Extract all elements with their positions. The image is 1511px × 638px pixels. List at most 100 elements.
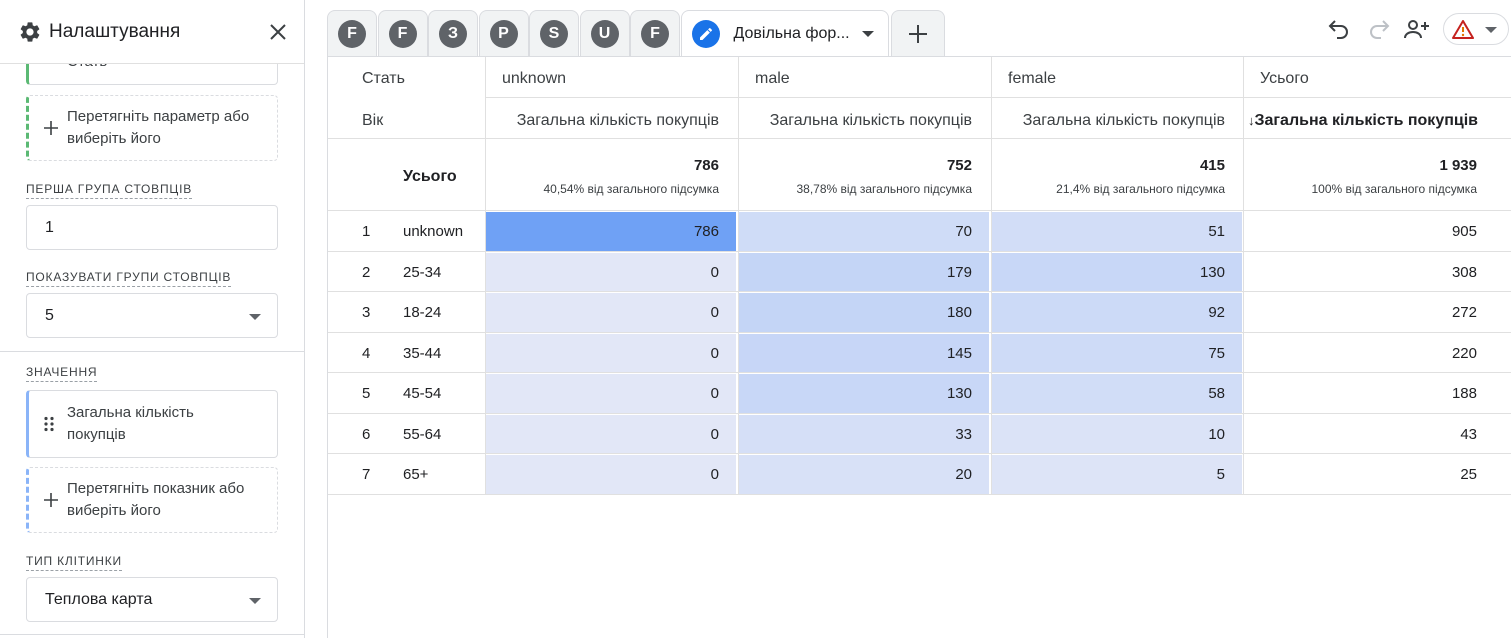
tab-chip-4[interactable]: P [478, 10, 529, 56]
row-index: 1 [362, 223, 371, 240]
drop-metric-text: Перетягніть показник або виберіть його [67, 480, 245, 519]
metric-header-sorted-label: Загальна кількість покупців [1254, 112, 1478, 129]
pencil-icon [691, 20, 720, 48]
row-divider [485, 97, 1511, 98]
share-user-icon[interactable] [1403, 17, 1431, 41]
panel-divider [0, 351, 304, 352]
row-label[interactable]: 25-34 [403, 263, 441, 283]
row-index: 3 [362, 304, 371, 321]
metric-header[interactable]: Загальна кількість покупців [487, 111, 719, 131]
row-divider [328, 138, 1511, 139]
row-divider [328, 291, 1511, 292]
total-value: 415 [1199, 157, 1225, 174]
first-col-group-input[interactable]: 1 [26, 205, 278, 250]
total-percent: 40,54% від загального підсумка [543, 182, 719, 196]
drop-metric-card[interactable]: Перетягніть показник або виберіть його [26, 467, 278, 533]
table-cell-value: 0 [710, 425, 719, 443]
table-cell-value: 10 [1208, 425, 1225, 443]
total-percent: 100% від загального підсумка [1311, 182, 1477, 196]
cell-type-value: Теплова карта [45, 591, 153, 608]
metric-card-label: Загальна кількість покупців [67, 404, 194, 443]
column-header-male[interactable]: male [755, 69, 790, 89]
drop-dimension-card[interactable]: Перетягніть параметр або виберіть його [26, 95, 278, 161]
column-header-unknown[interactable]: unknown [502, 69, 566, 89]
total-percent: 21,4% від загального підсумка [1056, 182, 1225, 196]
row-index: 2 [362, 263, 371, 281]
row-label[interactable]: 55-64 [403, 425, 441, 445]
gear-icon [20, 22, 40, 42]
tab-chip-6[interactable]: U [579, 10, 630, 56]
table-cell-value: 51 [1208, 223, 1225, 240]
column-header-female[interactable]: female [1008, 69, 1056, 89]
row-total-value: 188 [1451, 385, 1477, 402]
drag-handle-icon[interactable] [43, 416, 55, 432]
add-tab-button[interactable] [890, 10, 945, 56]
metric-header[interactable]: Загальна кількість покупців [740, 111, 972, 131]
pivot-table: Стать Вік unknown male female Усього Заг… [327, 56, 1511, 638]
plus-icon [908, 24, 927, 43]
metric-card[interactable]: Загальна кількість покупців [26, 390, 278, 458]
row-total-value: 43 [1460, 425, 1477, 443]
row-index: 5 [362, 385, 371, 402]
redo-icon[interactable] [1367, 17, 1391, 41]
drop-dimension-text: Перетягніть параметр або виберіть його [67, 108, 250, 147]
undo-icon[interactable] [1327, 17, 1351, 41]
column-header-total[interactable]: Усього [1260, 69, 1309, 89]
column-divider [485, 57, 486, 494]
tab-chip-7[interactable]: F [630, 10, 680, 56]
table-cell-value: 0 [710, 385, 719, 402]
table-cell-value: 180 [946, 304, 972, 321]
cell-type-label: ТИП КЛІТИНКИ [26, 554, 122, 571]
row-dim-header[interactable]: Стать [362, 69, 405, 89]
tab-chip-letter: З [439, 19, 467, 48]
table-cell-value: 33 [955, 425, 972, 443]
tab-chip-2[interactable]: F [377, 10, 428, 56]
metric-header-sorted[interactable]: ↓Загальна кількість покупців [1246, 111, 1478, 131]
cell-type-select[interactable]: Теплова карта [26, 577, 278, 622]
tab-chip-3[interactable]: З [428, 10, 478, 56]
tab-active[interactable]: Довільна фор... [680, 10, 889, 56]
plus-icon [44, 121, 58, 135]
tab-chip-1[interactable]: F [327, 10, 377, 56]
show-col-groups-select[interactable]: 5 [26, 293, 278, 338]
close-panel-icon[interactable] [266, 20, 290, 44]
plus-icon [44, 493, 58, 507]
table-cell-value: 92 [1208, 304, 1225, 321]
table-cell-value: 70 [955, 223, 972, 240]
row-label[interactable]: 35-44 [403, 344, 441, 364]
table-cell-value: 130 [1199, 263, 1225, 281]
row-divider [328, 250, 1511, 252]
show-col-groups-value: 5 [45, 307, 54, 324]
row-label[interactable]: 18-24 [403, 303, 441, 323]
row-label[interactable]: unknown [403, 222, 463, 242]
tab-chip-letter: F [338, 19, 366, 48]
warning-button[interactable] [1443, 13, 1509, 45]
tab-chip-letter: P [489, 19, 518, 48]
row-label[interactable]: 45-54 [403, 384, 441, 404]
row-total-value: 308 [1451, 263, 1477, 281]
table-cell-value: 58 [1208, 385, 1225, 402]
row-divider [328, 210, 1511, 211]
total-value: 1 939 [1439, 157, 1477, 174]
row-label[interactable]: 65+ [403, 465, 428, 485]
table-cell-value: 179 [946, 263, 972, 281]
column-divider [991, 57, 992, 494]
total-value: 752 [946, 157, 972, 174]
settings-panel: Налаштування Стать Налаштування Перетягн… [0, 0, 305, 638]
col-dim-header[interactable]: Вік [362, 111, 383, 131]
row-index: 4 [362, 344, 371, 362]
row-total-value: 220 [1451, 344, 1477, 362]
table-cell-value: 145 [946, 344, 972, 362]
metric-header[interactable]: Загальна кількість покупців [993, 111, 1225, 131]
row-total-value: 272 [1451, 304, 1477, 321]
total-value: 786 [693, 157, 719, 174]
tab-chip-letter: F [388, 19, 417, 48]
tab-chip-5[interactable]: S [529, 10, 579, 56]
table-cell-value: 5 [1216, 466, 1225, 483]
panel-title: Налаштування [49, 21, 181, 42]
chevron-down-icon[interactable] [861, 31, 874, 37]
row-divider [328, 412, 1511, 414]
tab-chip-letter: S [540, 19, 568, 48]
tab-active-label: Довільна фор... [733, 25, 850, 42]
first-col-group-value: 1 [45, 219, 54, 236]
